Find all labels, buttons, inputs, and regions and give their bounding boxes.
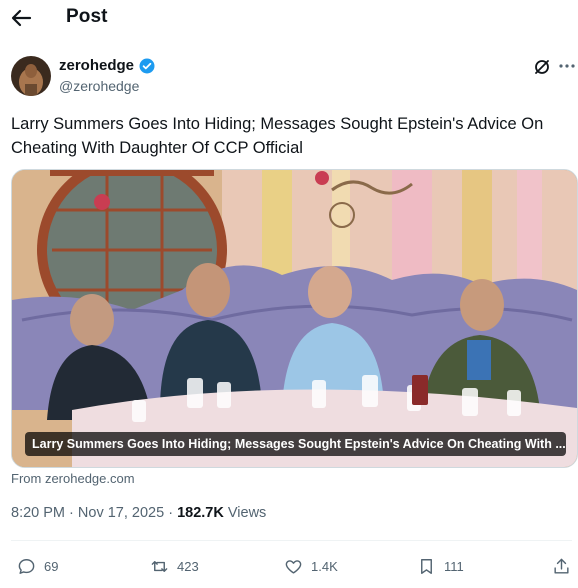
bookmark-icon [421, 558, 432, 574]
top-bar: Post [0, 0, 578, 36]
repost-icon [151, 560, 168, 572]
page-title: Post [66, 6, 108, 27]
post-date[interactable]: Nov 17, 2025 [78, 505, 164, 521]
grok-icon[interactable] [532, 57, 552, 77]
repost-count: 423 [177, 558, 199, 574]
heart-icon [285, 559, 302, 574]
reply-button[interactable]: 69 [17, 553, 58, 579]
bookmark-button[interactable]: 111 [417, 553, 464, 579]
avatar[interactable] [11, 56, 51, 96]
more-options-icon[interactable] [557, 56, 577, 76]
bookmark-count: 111 [444, 558, 464, 574]
views-count: 182.7K [177, 505, 224, 521]
back-arrow-icon[interactable] [10, 8, 32, 28]
share-button[interactable] [552, 553, 578, 579]
action-bar: 69 423 1.4K 111 [0, 553, 578, 579]
author-display-name[interactable]: zerohedge [59, 57, 134, 74]
link-source[interactable]: From zerohedge.com [11, 471, 135, 486]
meta-separator: · [168, 505, 174, 521]
link-card-image[interactable] [11, 169, 578, 468]
author-handle[interactable]: @zerohedge [59, 78, 139, 94]
views-label: Views [227, 505, 267, 521]
meta-separator: · [69, 505, 74, 521]
repost-button[interactable]: 423 [150, 553, 199, 579]
divider [11, 540, 572, 541]
reply-icon [18, 558, 35, 574]
link-card-caption[interactable]: Larry Summers Goes Into Hiding; Messages… [25, 432, 566, 456]
like-count: 1.4K [311, 558, 338, 574]
like-button[interactable]: 1.4K [284, 553, 338, 579]
post-text: Larry Summers Goes Into Hiding; Messages… [11, 115, 544, 157]
reply-count: 69 [44, 558, 59, 574]
share-icon [554, 558, 569, 574]
verified-badge-icon [139, 58, 155, 74]
post-time[interactable]: 8:20 PM [11, 505, 65, 521]
post-meta: 8:20 PM · Nov 17, 2025 · 182.7K Views [11, 505, 266, 521]
